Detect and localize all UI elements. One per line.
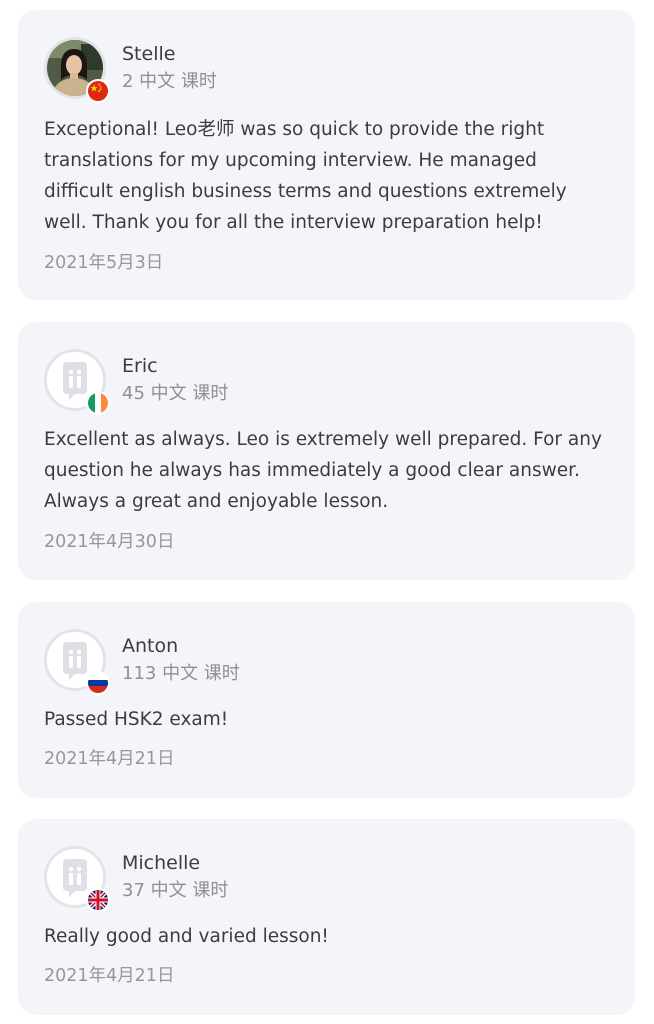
review-text: Exceptional! Leo老师 was so quick to provi… [44,119,567,233]
review-card: Anton 113 中文 课时 Passed HSK2 exam! 2021年4… [18,602,635,798]
reviewer-name[interactable]: Eric [122,354,158,378]
ireland-flag-icon [86,391,110,415]
review-date: 2021年5月3日 [44,253,164,273]
uk-flag-icon [86,888,110,912]
avatar[interactable] [44,629,110,695]
avatar[interactable] [44,846,110,912]
review-date: 2021年4月21日 [44,749,175,769]
review-card: Michelle 37 中文 课时 Really good and varied… [18,819,635,1015]
review-date: 2021年4月21日 [44,966,175,986]
lesson-count: 45 中文 课时 [122,383,229,404]
review-text: Really good and varied lesson! [44,926,329,947]
avatar[interactable] [44,37,110,103]
review-card: Stelle 2 中文 课时 Exceptional! Leo老师 was so… [18,10,635,300]
review-date: 2021年4月30日 [44,532,175,552]
china-flag-icon [86,79,110,103]
review-text: Excellent as always. Leo is extremely we… [44,429,602,512]
review-text: Passed HSK2 exam! [44,709,229,730]
avatar[interactable] [44,349,110,415]
lesson-count: 2 中文 课时 [122,71,217,92]
review-card: Eric 45 中文 课时 Excellent as always. Leo i… [18,322,635,580]
reviewer-name[interactable]: Michelle [122,851,200,875]
lesson-count: 113 中文 课时 [122,663,240,684]
reviewer-name[interactable]: Stelle [122,42,175,66]
russia-flag-icon [86,671,110,695]
reviewer-name[interactable]: Anton [122,634,178,658]
lesson-count: 37 中文 课时 [122,880,229,901]
